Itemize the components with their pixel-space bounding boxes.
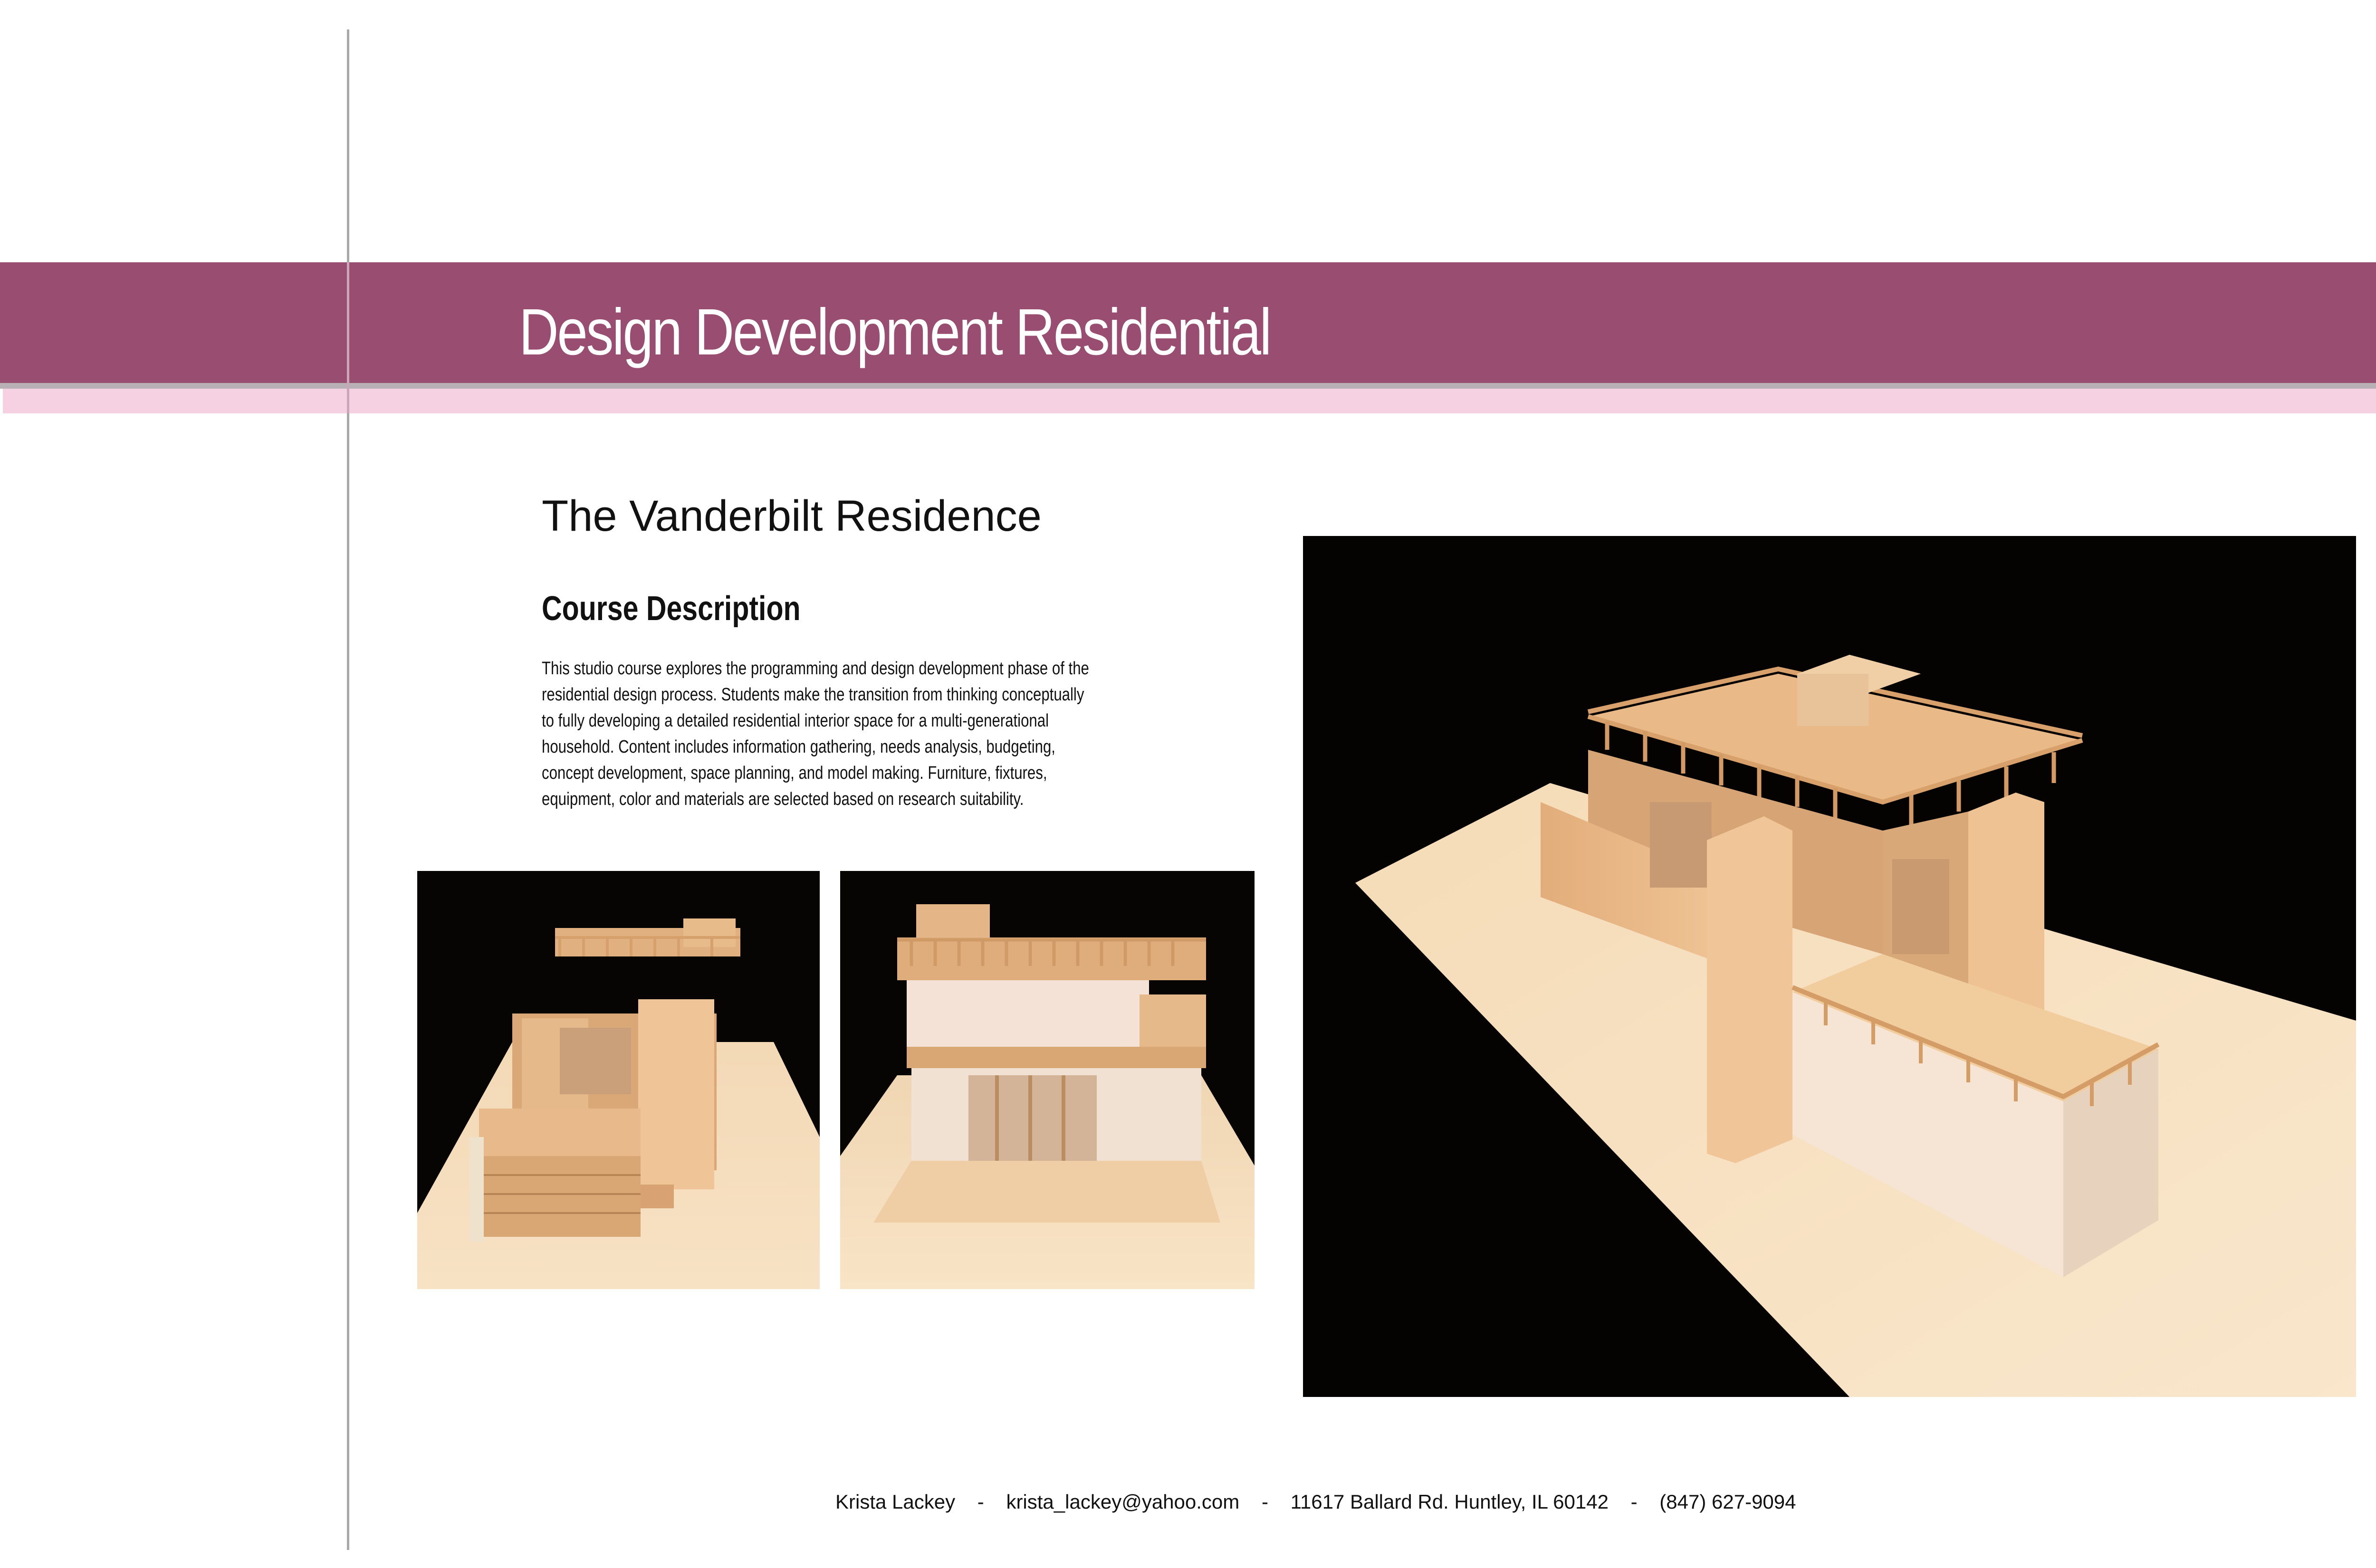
- course-description: This studio course explores the programm…: [542, 659, 1089, 809]
- section-heading: Course Description: [542, 590, 801, 628]
- model-photo-perspective: [1303, 536, 2356, 1397]
- vertical-divider: [347, 29, 349, 1550]
- vertical-divider-overlay: [347, 262, 349, 413]
- header-band-shadow: [0, 383, 2376, 389]
- header-accent-stripe: [3, 389, 2376, 413]
- page-title: Design Development Residential: [519, 296, 1272, 369]
- model-photo-side: [417, 871, 820, 1289]
- model-photo-front: [840, 871, 1255, 1289]
- project-title: The Vanderbilt Residence: [542, 492, 1042, 540]
- contact-footer: Krista Lackey - krista_lackey@yahoo.com …: [835, 1491, 1796, 1513]
